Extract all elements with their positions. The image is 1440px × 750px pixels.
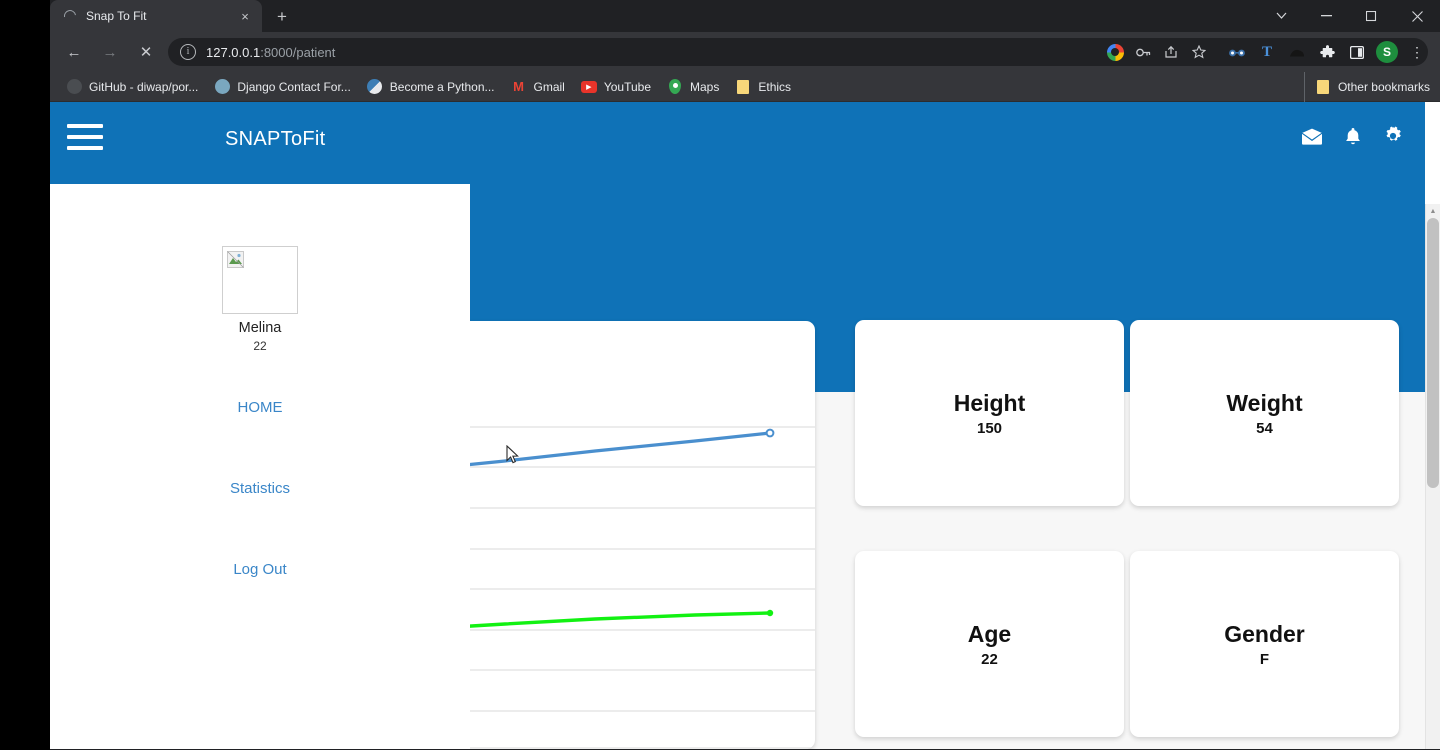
password-key-icon[interactable]: [1130, 39, 1156, 65]
scrollbar-thumb[interactable]: [1427, 218, 1439, 488]
site-info-icon[interactable]: i: [180, 44, 196, 60]
google-lens-icon[interactable]: [1102, 39, 1128, 65]
series-point-diastolic: [766, 609, 774, 617]
stat-value: F: [1259, 650, 1270, 668]
sidebar-item-logout[interactable]: Log Out: [50, 561, 470, 578]
bookmark-label: Maps: [690, 79, 720, 94]
bookmark-label: GitHub - diwap/por...: [89, 79, 199, 94]
stat-value: 22: [981, 650, 998, 668]
scroll-up-arrow[interactable]: ▲: [1426, 204, 1440, 218]
gmail-icon: M: [513, 79, 524, 94]
window-controls: [1259, 0, 1440, 32]
stat-title: Gender: [1224, 620, 1305, 647]
glasses-extension-icon[interactable]: [1224, 39, 1250, 65]
dark-extension-icon[interactable]: [1284, 39, 1310, 65]
hamburger-menu-icon[interactable]: [67, 124, 103, 150]
other-bookmarks-label: Other bookmarks: [1337, 80, 1430, 94]
avatar: [222, 246, 298, 314]
stat-card-height[interactable]: Height 150: [855, 320, 1124, 506]
back-button[interactable]: ←: [59, 37, 89, 67]
profile-avatar[interactable]: S: [1374, 39, 1400, 65]
bookmark-label: YouTube: [603, 79, 652, 94]
folder-icon: [735, 79, 751, 95]
bookmark-label: Django Contact For...: [237, 79, 351, 94]
browser-menu-icon[interactable]: ⋮: [1404, 39, 1430, 65]
bookmark-item[interactable]: Become a Python...: [359, 75, 503, 99]
url-host: 127.0.0.1: [206, 44, 261, 60]
bookmarks-bar: GitHub - diwap/por... Django Contact For…: [50, 72, 1440, 102]
tab-strip: Snap To Fit × +: [50, 0, 1440, 32]
vertical-scrollbar[interactable]: ▲: [1425, 204, 1440, 749]
maximize-button[interactable]: [1349, 0, 1394, 32]
stat-value: 150: [976, 419, 1003, 437]
close-window-button[interactable]: [1394, 0, 1440, 32]
omnibox-actions: [1102, 32, 1212, 72]
youtube-icon: ▶: [580, 79, 597, 95]
side-panel-icon[interactable]: [1344, 39, 1370, 65]
stop-loading-button[interactable]: ✕: [131, 37, 161, 67]
stat-card-weight[interactable]: Weight 54: [1130, 320, 1399, 506]
close-icon[interactable]: ×: [236, 7, 254, 25]
stat-title: Age: [967, 620, 1012, 647]
bookmark-label: Ethics: [758, 79, 792, 94]
header-icon-group: [1301, 126, 1403, 146]
share-icon[interactable]: [1158, 39, 1184, 65]
folder-icon: [1315, 79, 1331, 95]
bookmark-star-icon[interactable]: [1186, 39, 1212, 65]
bookmark-item[interactable]: GitHub - diwap/por...: [58, 75, 206, 99]
sidebar-item-home[interactable]: HOME: [50, 399, 470, 416]
bookmark-item[interactable]: Django Contact For...: [206, 75, 358, 99]
mail-icon[interactable]: [1301, 128, 1323, 145]
stat-title: Height: [953, 389, 1026, 416]
maps-icon: [667, 79, 683, 95]
django-icon: [214, 79, 230, 95]
stat-title: Weight: [1226, 389, 1303, 416]
loading-spinner-icon: [61, 7, 79, 25]
stat-value: 54: [1256, 419, 1273, 437]
broken-image-icon: [227, 251, 244, 268]
browser-window: Snap To Fit × + ← → ✕ i 127.0.0.1:8000/p…: [50, 0, 1440, 750]
tab-title: Snap To Fit: [86, 9, 147, 23]
extensions-area: T S ⋮: [1224, 32, 1430, 72]
tab-search-icon[interactable]: [1259, 0, 1304, 32]
profile-name: Melina: [238, 320, 282, 336]
bookmark-item[interactable]: M Gmail: [503, 75, 573, 99]
url-text: 127.0.0.1:8000/patient: [206, 45, 335, 60]
bookmark-item[interactable]: Maps: [659, 75, 727, 99]
bell-icon[interactable]: [1344, 127, 1362, 146]
url-path: :8000/patient: [260, 44, 336, 60]
browser-tab[interactable]: Snap To Fit ×: [50, 0, 262, 32]
extensions-puzzle-icon[interactable]: [1314, 39, 1340, 65]
github-icon: [66, 79, 82, 95]
bookmark-label: Gmail: [533, 79, 565, 94]
series-point-systolic: [765, 428, 775, 438]
bookmark-item[interactable]: ▶ YouTube: [573, 75, 659, 99]
new-tab-button[interactable]: +: [268, 2, 296, 30]
bookmark-label: Become a Python...: [389, 79, 495, 94]
page-viewport: SNAPToFit Data Blood pressure diastolic: [50, 102, 1440, 749]
stat-card-gender[interactable]: Gender F: [1130, 551, 1399, 737]
gear-icon[interactable]: [1383, 126, 1403, 146]
forward-button[interactable]: →: [95, 37, 125, 67]
stat-card-age[interactable]: Age 22: [855, 551, 1124, 737]
other-bookmarks-button[interactable]: Other bookmarks: [1303, 72, 1438, 102]
app-brand-title: SNAPToFit: [225, 128, 326, 150]
minimize-button[interactable]: [1304, 0, 1349, 32]
bookmark-item[interactable]: Ethics: [727, 75, 799, 99]
sidebar-drawer: Melina 22 HOME Statistics Log Out: [50, 184, 470, 749]
grammarly-extension-icon[interactable]: T: [1254, 39, 1280, 65]
python-icon: [367, 79, 383, 95]
sidebar-item-statistics[interactable]: Statistics: [50, 480, 470, 497]
profile-age: 22: [253, 339, 267, 353]
browser-toolbar: ← → ✕ i 127.0.0.1:8000/patient T S ⋮: [50, 32, 1440, 72]
